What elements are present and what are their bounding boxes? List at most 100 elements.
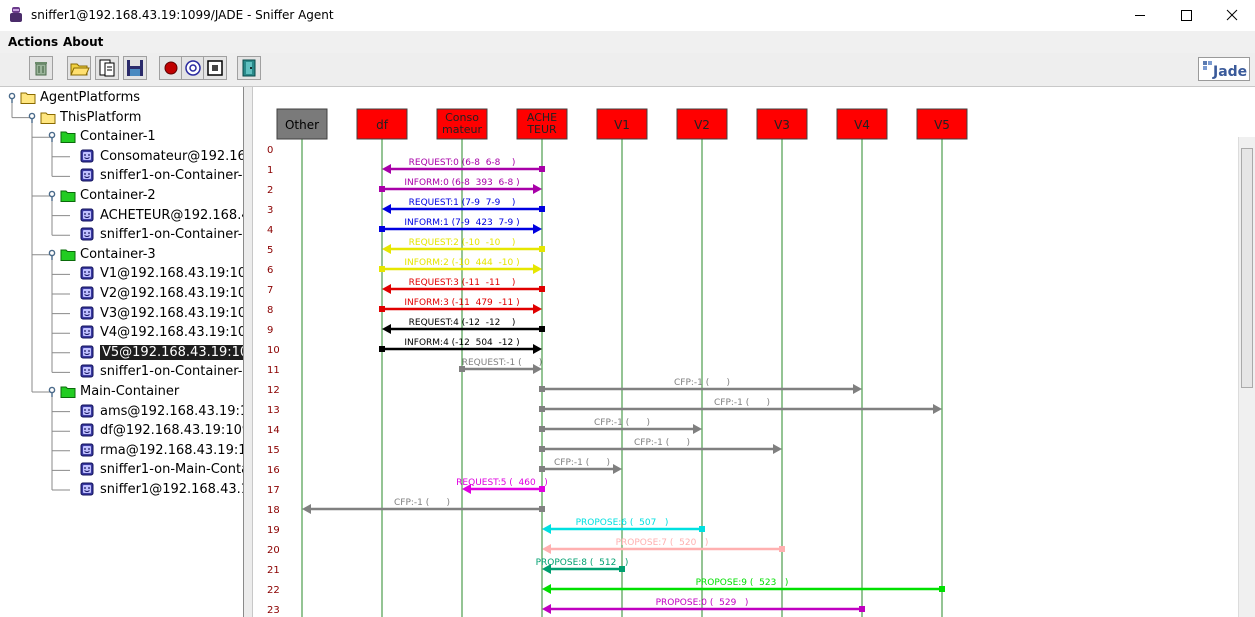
agent-box[interactable]: ACHETEUR xyxy=(516,108,568,140)
tree-node[interactable]: Container-3 xyxy=(48,245,156,264)
tree-node[interactable]: df@192.168.43.19:1099/JADE xyxy=(68,421,243,440)
message-arrow[interactable]: INFORM:4 (-12 504 -12 ) xyxy=(379,338,542,354)
message-arrowhead xyxy=(533,304,542,314)
message-arrowhead xyxy=(613,464,622,474)
message-arrow[interactable]: REQUEST:-1 ( ) xyxy=(459,358,542,374)
window-title: sniffer1@192.168.43.19:1099/JADE - Sniff… xyxy=(31,8,334,22)
message-arrow[interactable]: INFORM:0 (6-8 393 6-8 ) xyxy=(379,178,542,194)
tree-node[interactable]: ams@192.168.43.19:1099/JADE xyxy=(68,402,243,421)
message-arrow[interactable]: INFORM:3 (-11 479 -11 ) xyxy=(379,298,542,314)
message-arrow[interactable]: PROPOSE:9 ( 523 ) xyxy=(542,578,945,594)
clear-canvas-button[interactable] xyxy=(29,56,53,80)
message-arrow[interactable]: CFP:-1 ( ) xyxy=(539,398,942,414)
agent-box[interactable]: df xyxy=(356,108,408,140)
message-arrow[interactable]: CFP:-1 ( ) xyxy=(539,458,622,474)
message-arrow[interactable]: REQUEST:1 (7-9 7-9 ) xyxy=(382,198,545,214)
save-snapshot-button[interactable] xyxy=(123,56,147,80)
diagram-scrollbar[interactable] xyxy=(1238,137,1255,617)
do-not-sniff-button[interactable] xyxy=(181,56,205,80)
tree-node[interactable]: V4@192.168.43.19:1099/JADE xyxy=(68,323,243,342)
do-sniff-button[interactable] xyxy=(159,56,183,80)
message-arrow[interactable]: PROPOSE:6 ( 507 ) xyxy=(542,518,705,534)
message-label: CFP:-1 ( ) xyxy=(594,418,650,428)
message-arrow[interactable]: REQUEST:3 (-11 -11 ) xyxy=(382,278,545,294)
expand-handle-icon[interactable] xyxy=(48,186,56,205)
expand-handle-icon[interactable] xyxy=(48,382,56,401)
expand-handle-icon[interactable] xyxy=(48,127,56,146)
message-start-marker xyxy=(699,526,705,532)
exit-button[interactable] xyxy=(237,56,261,80)
message-arrow[interactable]: PROPOSE:0 ( 529 ) xyxy=(542,598,865,614)
open-snapshot-button[interactable] xyxy=(67,56,91,80)
message-arrow[interactable]: CFP:-1 ( ) xyxy=(302,498,545,514)
agent-box[interactable]: V4 xyxy=(836,108,888,140)
message-label: REQUEST:4 (-12 -12 ) xyxy=(409,318,516,328)
message-label: CFP:-1 ( ) xyxy=(714,398,770,408)
tree-node[interactable]: sniffer1-on-Container-2 xyxy=(68,225,243,244)
tree-node[interactable]: ACHETEUR@192.168.43.19:1099/JADE xyxy=(68,206,243,225)
record-icon xyxy=(164,61,178,75)
write-messages-button[interactable] xyxy=(95,56,119,80)
tree-node-label: V2@192.168.43.19:1099/JADE xyxy=(100,286,243,301)
message-arrow[interactable]: REQUEST:2 (-10 -10 ) xyxy=(382,238,545,254)
message-arrow[interactable]: CFP:-1 ( ) xyxy=(539,418,702,434)
tree-node[interactable]: Container-2 xyxy=(48,186,156,205)
tree-node[interactable]: ThisPlatform xyxy=(28,108,141,127)
close-button[interactable] xyxy=(1209,0,1255,31)
menu-bar: Actions About xyxy=(0,31,1255,53)
tree-node[interactable]: V2@192.168.43.19:1099/JADE xyxy=(68,284,243,303)
split-pane-divider[interactable] xyxy=(243,87,253,617)
expand-handle-icon[interactable] xyxy=(28,108,36,127)
agent-box[interactable]: V3 xyxy=(756,108,808,140)
agent-box-label: V3 xyxy=(774,118,790,132)
tree-node[interactable]: AgentPlatforms xyxy=(8,88,140,107)
tree-node[interactable]: Container-1 xyxy=(48,127,156,146)
message-arrow[interactable]: CFP:-1 ( ) xyxy=(539,438,782,454)
agent-box-label: Other xyxy=(285,118,319,132)
show-only-button[interactable] xyxy=(203,56,227,80)
agent-box[interactable]: V1 xyxy=(596,108,648,140)
tree-node-label: sniffer1@192.168.43.19:1099/JADE xyxy=(100,482,243,497)
message-arrow[interactable]: PROPOSE:8 ( 512 ) xyxy=(536,558,629,574)
agent-face-icon xyxy=(80,462,94,476)
expand-handle-icon[interactable] xyxy=(8,88,16,107)
message-arrow[interactable]: REQUEST:4 (-12 -12 ) xyxy=(382,318,545,334)
tree-node[interactable]: V1@192.168.43.19:1099/JADE xyxy=(68,264,243,283)
agent-box[interactable]: V5 xyxy=(916,108,968,140)
row-number: 7 xyxy=(267,285,273,296)
message-label: CFP:-1 ( ) xyxy=(674,378,730,388)
tree-node-label: df@192.168.43.19:1099/JADE xyxy=(100,423,243,439)
agent-box[interactable]: Consomateur xyxy=(436,108,488,140)
menu-actions[interactable]: Actions xyxy=(8,35,58,49)
minimize-button[interactable] xyxy=(1117,0,1163,31)
tree-node[interactable]: V3@192.168.43.19:1099/JADE xyxy=(68,304,243,323)
tree-node[interactable]: sniffer1-on-Container-1 xyxy=(68,166,243,185)
sniffer-diagram[interactable]: Other df Conso mateur ACHE TEUR V1 V2 V3 V4 V5 0 1 2 3… xyxy=(253,87,1238,617)
tree-node[interactable]: rma@192.168.43.19:1099/JADE xyxy=(68,441,243,460)
message-arrow[interactable]: INFORM:2 (-10 444 -10 ) xyxy=(379,258,542,274)
tree-node[interactable]: Main-Container xyxy=(48,382,179,401)
message-arrow[interactable]: INFORM:1 (7-9 423 7-9 ) xyxy=(379,218,542,234)
message-arrowhead xyxy=(533,264,542,274)
menu-about[interactable]: About xyxy=(63,35,103,49)
maximize-button[interactable] xyxy=(1163,0,1209,31)
agent-box[interactable]: Other xyxy=(276,108,328,140)
agent-face-icon xyxy=(80,345,94,359)
message-arrow[interactable]: CFP:-1 ( ) xyxy=(539,378,862,394)
tree-node[interactable]: sniffer1-on-Container-3 xyxy=(68,362,243,381)
agent-box[interactable]: V2 xyxy=(676,108,728,140)
expand-handle-icon[interactable] xyxy=(48,245,56,264)
message-arrowhead xyxy=(382,244,391,254)
message-arrow[interactable]: REQUEST:5 ( 460 ) xyxy=(456,478,548,494)
message-arrowhead xyxy=(853,384,862,394)
tree-node[interactable]: sniffer1@192.168.43.19:1099/JADE xyxy=(68,480,243,499)
agent-tree[interactable]: AgentPlatforms ThisPlatform Container-1 Con… xyxy=(0,87,243,617)
scrollbar-thumb[interactable] xyxy=(1241,148,1253,388)
tree-node[interactable]: sniffer1-on-Main-Container xyxy=(68,460,243,479)
tree-node[interactable]: V5@192.168.43.19:1099/JADE xyxy=(68,343,243,362)
tree-node[interactable]: Consomateur@192.168.43.19:1099/JADE xyxy=(68,147,243,166)
agent-face-icon xyxy=(80,404,94,418)
message-arrow[interactable]: REQUEST:0 (6-8 6-8 ) xyxy=(382,158,545,174)
message-arrow[interactable]: PROPOSE:7 ( 520 ) xyxy=(542,538,785,554)
message-arrowhead xyxy=(542,604,551,614)
